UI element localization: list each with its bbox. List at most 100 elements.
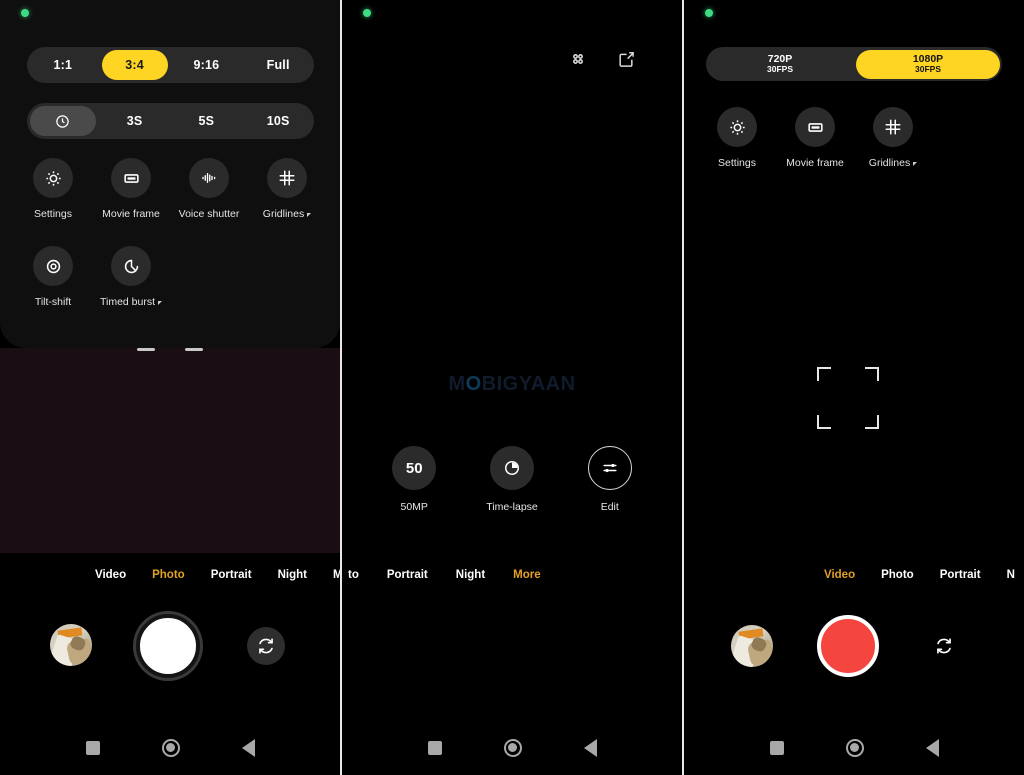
expand-corner-icon [158, 301, 163, 305]
photo-shutter-button[interactable] [136, 614, 200, 678]
capture-controls [684, 606, 1024, 686]
mode-photo-truncated[interactable]: to [348, 569, 359, 581]
mode-selector[interactable]: to Portrait Night More [342, 562, 682, 588]
android-nav-bar [342, 720, 682, 775]
recents-square-icon[interactable] [427, 740, 442, 755]
watermark-prefix: M [448, 373, 466, 395]
option-50mp-label: 50MP [400, 501, 428, 513]
gridlines-icon [873, 107, 913, 147]
expand-corner-icon [913, 162, 918, 166]
resolution-1080p[interactable]: 1080P 30FPS [856, 49, 1000, 79]
mode-night[interactable]: Night [456, 569, 485, 581]
movie-frame-icon [795, 107, 835, 147]
camera-panel-video-settings: 720P 30FPS 1080P 30FPS Settings Movie fr… [684, 0, 1024, 775]
tile-label-text: Timed burst [99, 296, 156, 308]
aspect-ratio-full[interactable]: Full [245, 50, 311, 80]
sheet-drag-handles[interactable] [0, 348, 340, 351]
focus-corner-bottom-left [817, 415, 831, 429]
back-triangle-icon[interactable] [583, 738, 597, 757]
watermark-highlight: O [465, 373, 482, 395]
tile-movie-frame-label: Movie frame [102, 208, 160, 220]
timer-selector[interactable]: 3S 5S 10S [27, 103, 314, 139]
tile-settings[interactable]: Settings [698, 107, 776, 169]
focus-bracket[interactable] [817, 367, 879, 429]
mode-video[interactable]: Video [95, 569, 126, 581]
tilt-shift-icon [33, 246, 73, 286]
tile-gridlines[interactable]: Gridlines [854, 107, 932, 169]
gallery-thumbnail[interactable] [731, 625, 773, 667]
aspect-ratio-selector[interactable]: 1:1 3:4 9:16 Full [27, 47, 314, 83]
timer-off-option[interactable] [30, 106, 96, 136]
privacy-status-dot [363, 9, 371, 17]
gear-icon [33, 158, 73, 198]
aspect-ratio-9-16[interactable]: 9:16 [174, 50, 240, 80]
timer-10s[interactable]: 10S [245, 106, 311, 136]
resolution-720p[interactable]: 720P 30FPS [708, 50, 852, 79]
android-nav-bar [684, 720, 1024, 775]
screenshot-stage: 1:1 3:4 9:16 Full 3S 5S 10S Settings Mov… [0, 0, 1024, 775]
home-circle-icon[interactable] [161, 738, 180, 757]
settings-tile-row-1: Settings Movie frame Voice shutter Gridl… [14, 158, 326, 220]
option-50mp[interactable]: 50 50MP [392, 446, 437, 513]
timer-3s[interactable]: 3S [102, 106, 168, 136]
tile-label-text: Tilt-shift [34, 296, 72, 308]
mode-portrait[interactable]: Portrait [387, 569, 428, 581]
tile-tilt-shift[interactable]: Tilt-shift [14, 246, 92, 308]
flip-camera-button[interactable] [930, 632, 958, 660]
recents-square-icon[interactable] [85, 740, 100, 755]
mode-photo[interactable]: Photo [152, 569, 185, 581]
settings-tile-grid: Settings Movie frame Voice shutter Gridl… [14, 158, 326, 308]
tile-label-text: Settings [718, 157, 756, 169]
android-nav-bar [0, 720, 340, 775]
recents-square-icon[interactable] [769, 740, 784, 755]
mode-more-truncated[interactable]: M [333, 569, 340, 581]
mode-portrait[interactable]: Portrait [940, 569, 981, 581]
option-edit[interactable]: Edit [587, 446, 632, 513]
focus-corner-top-right [865, 367, 879, 381]
mode-video[interactable]: Video [824, 569, 855, 581]
option-time-lapse-label: Time-lapse [486, 501, 538, 513]
tile-settings-label: Settings [718, 157, 756, 169]
option-time-lapse[interactable]: Time-lapse [486, 446, 538, 513]
aspect-ratio-1-1[interactable]: 1:1 [30, 50, 96, 80]
tile-movie-frame[interactable]: Movie frame [776, 107, 854, 169]
mode-selector[interactable]: Video Photo Portrait Night M [0, 562, 340, 588]
video-resolution-selector[interactable]: 720P 30FPS 1080P 30FPS [706, 47, 1002, 81]
grid-dots-icon[interactable] [565, 46, 591, 72]
resolution-1080p-fps: 30FPS [915, 64, 941, 75]
tile-movie-frame-label: Movie frame [786, 157, 844, 169]
tile-timed-burst[interactable]: Timed burst [92, 246, 170, 308]
home-circle-icon[interactable] [845, 738, 864, 757]
flip-camera-button[interactable] [247, 627, 285, 665]
mode-night-truncated[interactable]: N [1007, 569, 1015, 581]
mode-more[interactable]: More [513, 569, 540, 581]
back-triangle-icon[interactable] [241, 738, 255, 757]
tile-label-text: Gridlines [262, 208, 305, 220]
resolution-720p-fps: 30FPS [767, 64, 793, 75]
gear-icon [717, 107, 757, 147]
tile-settings-label: Settings [34, 208, 72, 220]
gallery-thumbnail[interactable] [50, 624, 92, 666]
tile-gridlines-label: Gridlines [262, 208, 312, 220]
home-circle-icon[interactable] [503, 738, 522, 757]
mode-night[interactable]: Night [278, 569, 307, 581]
tile-gridlines[interactable]: Gridlines [248, 158, 326, 220]
video-record-button[interactable] [817, 615, 879, 677]
edit-square-icon[interactable] [613, 46, 639, 72]
focus-corner-bottom-right [865, 415, 879, 429]
flip-camera-icon [259, 638, 273, 654]
movie-frame-icon [111, 158, 151, 198]
timer-5s[interactable]: 5S [174, 106, 240, 136]
tile-settings[interactable]: Settings [14, 158, 92, 220]
mode-portrait[interactable]: Portrait [211, 569, 252, 581]
flip-camera-icon [937, 638, 951, 654]
mode-photo[interactable]: Photo [881, 569, 914, 581]
tile-voice-shutter[interactable]: Voice shutter [170, 158, 248, 220]
mode-selector[interactable]: Video Photo Portrait N [684, 562, 1024, 588]
aspect-ratio-3-4[interactable]: 3:4 [101, 50, 168, 80]
camera-preview-area[interactable] [0, 348, 340, 553]
tile-movie-frame[interactable]: Movie frame [92, 158, 170, 220]
video-settings-tile-row: Settings Movie frame Gridlines [698, 107, 1010, 169]
more-modes-options: 50 50MP Time-lapse Edit [342, 446, 682, 513]
back-triangle-icon[interactable] [925, 738, 939, 757]
